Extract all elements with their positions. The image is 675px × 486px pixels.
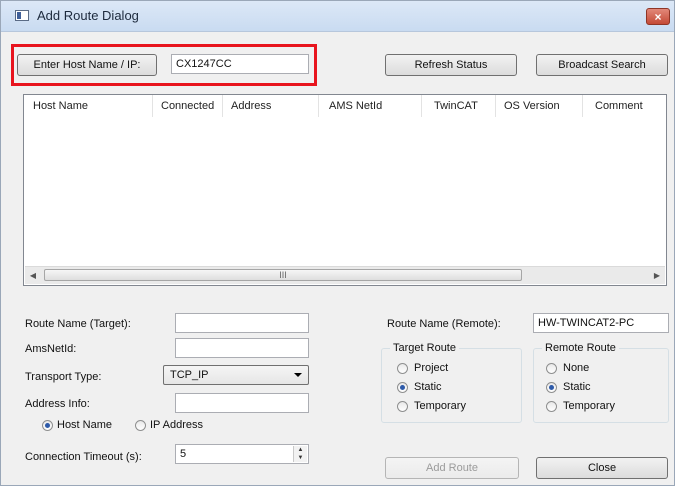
remote-temporary-label[interactable]: Temporary [563, 400, 615, 412]
remote-static-label[interactable]: Static [563, 381, 591, 393]
ip-address-radio[interactable] [135, 420, 146, 431]
connection-timeout-label: Connection Timeout (s): [25, 451, 142, 463]
column-connected[interactable]: Connected [153, 95, 223, 117]
column-ams-netid[interactable]: AMS NetId [319, 95, 422, 117]
column-comment[interactable]: Comment [583, 95, 666, 117]
address-info-input[interactable] [175, 393, 309, 413]
column-address[interactable]: Address [223, 95, 319, 117]
dropdown-arrow-icon [294, 373, 302, 377]
route-name-target-label: Route Name (Target): [25, 318, 131, 330]
add-route-dialog: Add Route Dialog × Enter Host Name / IP:… [0, 0, 675, 486]
add-route-button[interactable]: Add Route [385, 457, 519, 479]
route-name-remote-input[interactable]: HW-TWINCAT2-PC [533, 313, 669, 333]
horizontal-scrollbar[interactable]: ◀ III ▶ [25, 266, 665, 284]
transport-type-label: Transport Type: [25, 371, 102, 383]
target-temporary-label[interactable]: Temporary [414, 400, 466, 412]
remote-none-label[interactable]: None [563, 362, 589, 374]
host-ip-input[interactable]: CX1247CC [171, 54, 309, 74]
close-window-icon[interactable]: × [646, 8, 670, 25]
host-name-radio-label[interactable]: Host Name [57, 419, 112, 431]
target-static-label[interactable]: Static [414, 381, 442, 393]
connection-timeout-input[interactable]: 5 ▲ ▼ [175, 444, 309, 464]
remote-temporary-radio[interactable] [546, 401, 557, 412]
route-name-remote-label: Route Name (Remote): [387, 318, 501, 330]
remote-route-title: Remote Route [542, 342, 619, 354]
transport-type-select[interactable]: TCP_IP [163, 365, 309, 385]
refresh-status-button[interactable]: Refresh Status [385, 54, 517, 76]
broadcast-search-button[interactable]: Broadcast Search [536, 54, 668, 76]
app-window-icon [15, 10, 29, 21]
remote-none-radio[interactable] [546, 363, 557, 374]
host-name-radio[interactable] [42, 420, 53, 431]
column-os-version[interactable]: OS Version [496, 95, 583, 117]
scroll-left-icon[interactable]: ◀ [25, 267, 41, 284]
host-list[interactable]: Host Name Connected Address AMS NetId Tw… [23, 94, 667, 286]
column-twincat[interactable]: TwinCAT [422, 95, 496, 117]
target-project-label[interactable]: Project [414, 362, 448, 374]
timeout-spinner[interactable]: ▲ ▼ [293, 446, 307, 462]
transport-type-value: TCP_IP [170, 369, 209, 381]
remote-static-radio[interactable] [546, 382, 557, 393]
target-temporary-radio[interactable] [397, 401, 408, 412]
ip-address-radio-label[interactable]: IP Address [150, 419, 203, 431]
amsnetid-input[interactable] [175, 338, 309, 358]
column-host-name[interactable]: Host Name [24, 95, 153, 117]
target-static-radio[interactable] [397, 382, 408, 393]
scroll-thumb[interactable]: III [44, 269, 522, 281]
amsnetid-label: AmsNetId: [25, 343, 77, 355]
target-route-title: Target Route [390, 342, 459, 354]
scroll-right-icon[interactable]: ▶ [649, 267, 665, 284]
route-name-target-input[interactable] [175, 313, 309, 333]
title-bar: Add Route Dialog × [1, 1, 674, 32]
close-button[interactable]: Close [536, 457, 668, 479]
target-project-radio[interactable] [397, 363, 408, 374]
address-info-label: Address Info: [25, 398, 90, 410]
window-title: Add Route Dialog [37, 8, 139, 23]
spin-down-icon[interactable]: ▼ [294, 454, 307, 462]
spin-up-icon[interactable]: ▲ [294, 446, 307, 454]
enter-host-button[interactable]: Enter Host Name / IP: [17, 54, 157, 76]
connection-timeout-value: 5 [180, 448, 187, 460]
